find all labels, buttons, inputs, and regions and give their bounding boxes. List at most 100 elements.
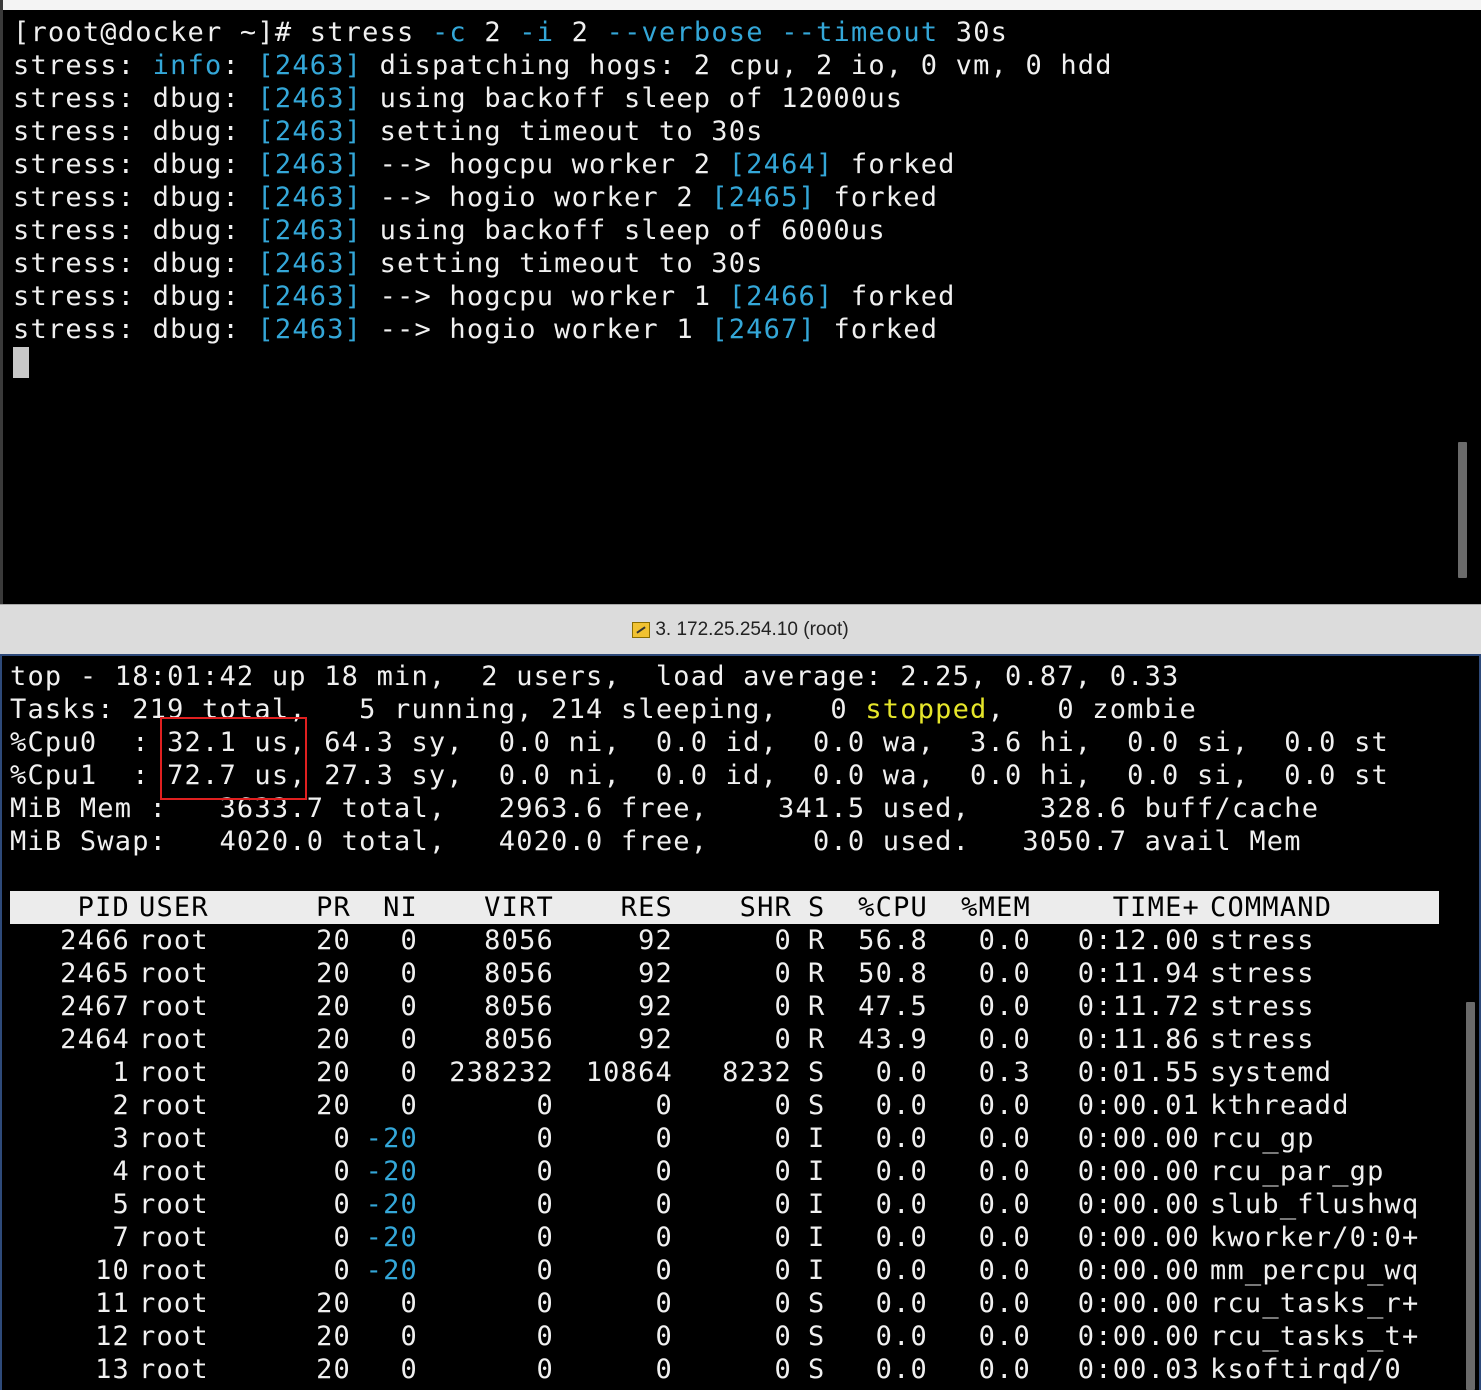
cell-cpu: 0.0 [875,1288,928,1319]
cell-time: 0:11.86 [1077,1024,1200,1055]
cell-state: S [808,1057,826,1088]
log-line: stress: dbug: [2463] setting timeout to … [13,115,764,148]
cell-time: 0:12.00 [1077,925,1200,956]
cell-pr: 20 [316,1288,351,1319]
log-worker-pid: [2465] [711,182,816,213]
cell-virt: 0 [536,1288,554,1319]
column-header-shr: SHR [739,892,792,923]
cell-state: I [808,1156,826,1187]
log-suffix: forked [815,314,939,345]
log-line: stress: dbug: [2463] --> hogio worker 1 … [13,313,938,346]
top-pane-scrollbar[interactable] [1458,442,1467,578]
cell-user: root [139,1156,209,1187]
cell-state: R [808,1024,826,1055]
cell-user: root [139,1024,209,1055]
cell-ni: 0 [400,1090,418,1121]
cell-virt: 8056 [484,958,554,989]
cell-pid: 11 [95,1288,130,1319]
log-prefix: stress: [13,83,153,114]
cell-user: root [139,1123,209,1154]
log-pid: [2463] [257,50,363,81]
cell-res: 92 [638,991,673,1022]
cell-pid: 4 [112,1156,130,1187]
cell-virt: 0 [536,1123,554,1154]
cell-pid: 2465 [60,958,130,989]
cell-pid: 2464 [60,1024,130,1055]
cell-cpu: 0.0 [875,1222,928,1253]
cell-pr: 20 [316,1321,351,1352]
log-level: dbug [152,248,223,279]
cell-mem: 0.0 [978,925,1031,956]
cell-ni: 0 [400,1354,418,1385]
bottom-pane-scrollbar[interactable] [1466,1002,1475,1390]
cell-res: 0 [655,1189,673,1220]
cell-cpu: 56.8 [858,925,928,956]
cell-cpu: 0.0 [875,1255,928,1286]
cell-pid: 7 [112,1222,130,1253]
cell-time: 0:11.94 [1077,958,1200,989]
session-tab-title[interactable]: 3. 172.25.254.10 (root) [0,604,1481,654]
log-pid: [2463] [257,83,363,114]
cell-ni: -20 [365,1189,418,1220]
log-line: stress: dbug: [2463] setting timeout to … [13,247,764,280]
cell-pr: 20 [316,1090,351,1121]
log-level-separator: : [222,281,258,312]
cell-cpu: 0.0 [875,1354,928,1385]
cell-time: 0:00.01 [1077,1090,1200,1121]
cell-mem: 0.0 [978,1189,1031,1220]
cell-mem: 0.0 [978,958,1031,989]
cell-cpu: 0.0 [875,1090,928,1121]
cell-mem: 0.0 [978,1123,1031,1154]
flag-timeout: --timeout [781,17,939,48]
cell-mem: 0.0 [978,1156,1031,1187]
column-header-user: USER [139,892,209,923]
highlight-box-user-cpu [160,717,307,800]
cell-pid: 13 [95,1354,130,1385]
log-level: dbug [152,182,223,213]
cell-virt: 8056 [484,991,554,1022]
cell-pr: 20 [316,991,351,1022]
cell-command: mm_percpu_wq [1210,1255,1420,1286]
column-header-state: S [808,892,826,923]
cell-pr: 0 [333,1156,351,1187]
cell-shr: 0 [774,1255,792,1286]
log-level-separator: : [222,116,258,147]
cell-state: I [808,1222,826,1253]
log-line: stress: dbug: [2463] using backoff sleep… [13,214,886,247]
cell-user: root [139,1354,209,1385]
cell-ni: -20 [365,1156,418,1187]
cell-shr: 0 [774,991,792,1022]
cell-cpu: 0.0 [875,1156,928,1187]
cell-command: stress [1210,1024,1315,1055]
cell-pr: 20 [316,1354,351,1385]
column-header-mem: %MEM [961,892,1031,923]
cell-command: stress [1210,925,1315,956]
cell-virt: 8056 [484,925,554,956]
stress-terminal-pane[interactable]: [root@docker ~]# stress -c 2 -i 2 --verb… [0,0,1481,604]
log-pid: [2463] [257,182,363,213]
column-header-cpu: %CPU [858,892,928,923]
log-message: setting timeout to 30s [362,248,764,279]
window-top-strip [3,0,1481,10]
cell-time: 0:11.72 [1077,991,1200,1022]
cell-mem: 0.0 [978,1288,1031,1319]
cell-ni: 0 [400,958,418,989]
cell-virt: 0 [536,1189,554,1220]
log-prefix: stress: [13,50,153,81]
cell-res: 0 [655,1090,673,1121]
cell-pr: 0 [333,1123,351,1154]
cell-command: rcu_par_gp [1210,1156,1385,1187]
cell-command: slub_flushwq [1210,1189,1420,1220]
cell-user: root [139,925,209,956]
column-header-virt: VIRT [484,892,554,923]
log-level-separator: : [222,182,258,213]
cell-res: 92 [638,1024,673,1055]
log-pid: [2463] [257,248,363,279]
cell-command: stress [1210,958,1315,989]
cell-shr: 0 [774,1123,792,1154]
cell-virt: 0 [536,1321,554,1352]
cell-virt: 0 [536,1354,554,1385]
top-monitor-pane[interactable]: top - 18:01:42 up 18 min, 2 users, load … [0,654,1481,1390]
cell-mem: 0.0 [978,1255,1031,1286]
cell-time: 0:00.00 [1077,1189,1200,1220]
